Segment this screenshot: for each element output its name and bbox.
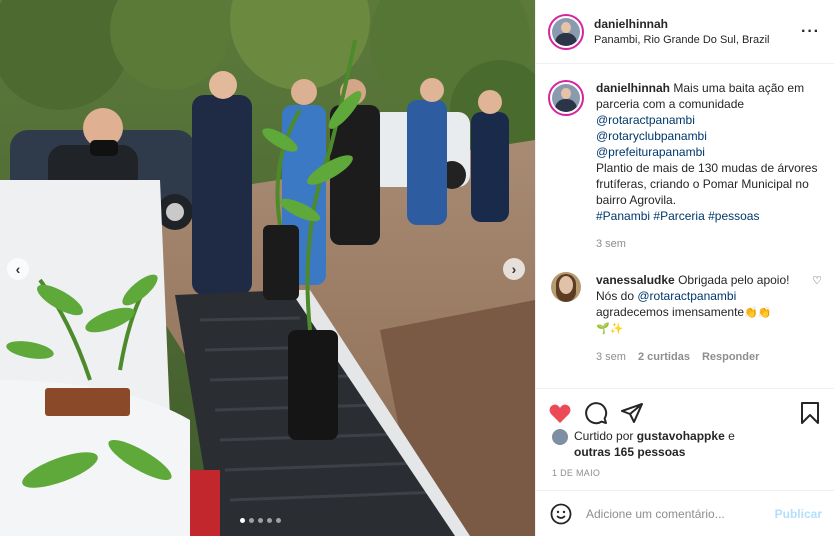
comment-emojis: 👏👏 [744, 307, 772, 319]
comment-emojis: 🌱✨ [596, 323, 624, 335]
mention-link[interactable]: @rotaractpanambi [637, 289, 736, 303]
carousel-dot [240, 518, 245, 523]
like-heart-icon[interactable] [548, 401, 572, 425]
bookmark-save-icon[interactable] [798, 401, 822, 425]
reply-button[interactable]: Responder [702, 349, 759, 365]
mention-link[interactable]: @rotaryclubpanambi [596, 128, 822, 144]
comment-time[interactable]: 3 sem [596, 349, 626, 365]
likes-connector: e [728, 429, 735, 443]
carousel-dot [267, 518, 272, 523]
caption-avatar[interactable] [548, 80, 584, 116]
more-options-icon[interactable]: ··· [801, 23, 820, 41]
comment-text: agradecemos imensamente [596, 305, 745, 319]
comment-input[interactable] [586, 506, 775, 521]
comment-like-heart-icon[interactable]: ♡ [812, 274, 822, 365]
hashtag-link[interactable]: #Panambi [596, 209, 650, 223]
caption-username[interactable]: danielhinnah [596, 81, 670, 95]
add-comment-bar: Publicar [536, 490, 834, 536]
post-location[interactable]: Panambi, Rio Grande Do Sul, Brazil [594, 34, 801, 46]
caption-text: Plantio de mais de 130 mudas de árvores … [596, 161, 818, 207]
post-date[interactable]: 1 DE MAIO [552, 468, 600, 478]
post-photo[interactable]: ‹ › [0, 0, 535, 536]
liker-username[interactable]: gustavohappke [637, 429, 725, 443]
post-header: danielhinnah Panambi, Rio Grande Do Sul,… [536, 0, 834, 64]
comments-list[interactable]: danielhinnah Mais uma baita ação em parc… [536, 64, 834, 388]
comment-bubble-icon[interactable] [584, 401, 608, 425]
hashtag-link[interactable]: #Parceria [653, 209, 704, 223]
comment-likes-count[interactable]: 2 curtidas [638, 349, 690, 365]
post-photo-image [0, 0, 535, 536]
likes-others-link[interactable]: outras 165 pessoas [574, 445, 685, 459]
carousel-prev-button[interactable]: ‹ [7, 258, 29, 280]
share-send-icon[interactable] [620, 401, 644, 425]
caption-comment: danielhinnah Mais uma baita ação em parc… [548, 80, 822, 252]
author-username[interactable]: danielhinnah [594, 17, 801, 31]
carousel-dot [276, 518, 281, 523]
carousel-dots [240, 518, 281, 523]
liker-avatar[interactable] [552, 429, 568, 445]
chevron-right-icon: › [511, 261, 517, 277]
carousel-dot [249, 518, 254, 523]
post-details-panel: danielhinnah Panambi, Rio Grande Do Sul,… [535, 0, 834, 536]
emoji-smile-icon[interactable] [550, 503, 572, 525]
hashtag-link[interactable]: #pessoas [708, 209, 759, 223]
carousel-next-button[interactable]: › [503, 258, 525, 280]
author-avatar[interactable] [548, 13, 584, 50]
commenter-avatar[interactable] [551, 272, 581, 302]
reply-comment: vanessaludke Obrigada pelo apoio! Nós do… [548, 272, 822, 365]
mention-link[interactable]: @rotaractpanambi [596, 112, 822, 128]
publish-button[interactable]: Publicar [775, 507, 822, 521]
mention-link[interactable]: @prefeiturapanambi [596, 144, 822, 160]
caption-time[interactable]: 3 sem [596, 236, 626, 252]
chevron-left-icon: ‹ [15, 261, 21, 277]
commenter-username[interactable]: vanessaludke [596, 273, 675, 287]
likes-prefix: Curtido por [574, 429, 634, 443]
likes-summary: Curtido por gustavohappke e outras 165 p… [552, 428, 822, 460]
carousel-dot [258, 518, 263, 523]
